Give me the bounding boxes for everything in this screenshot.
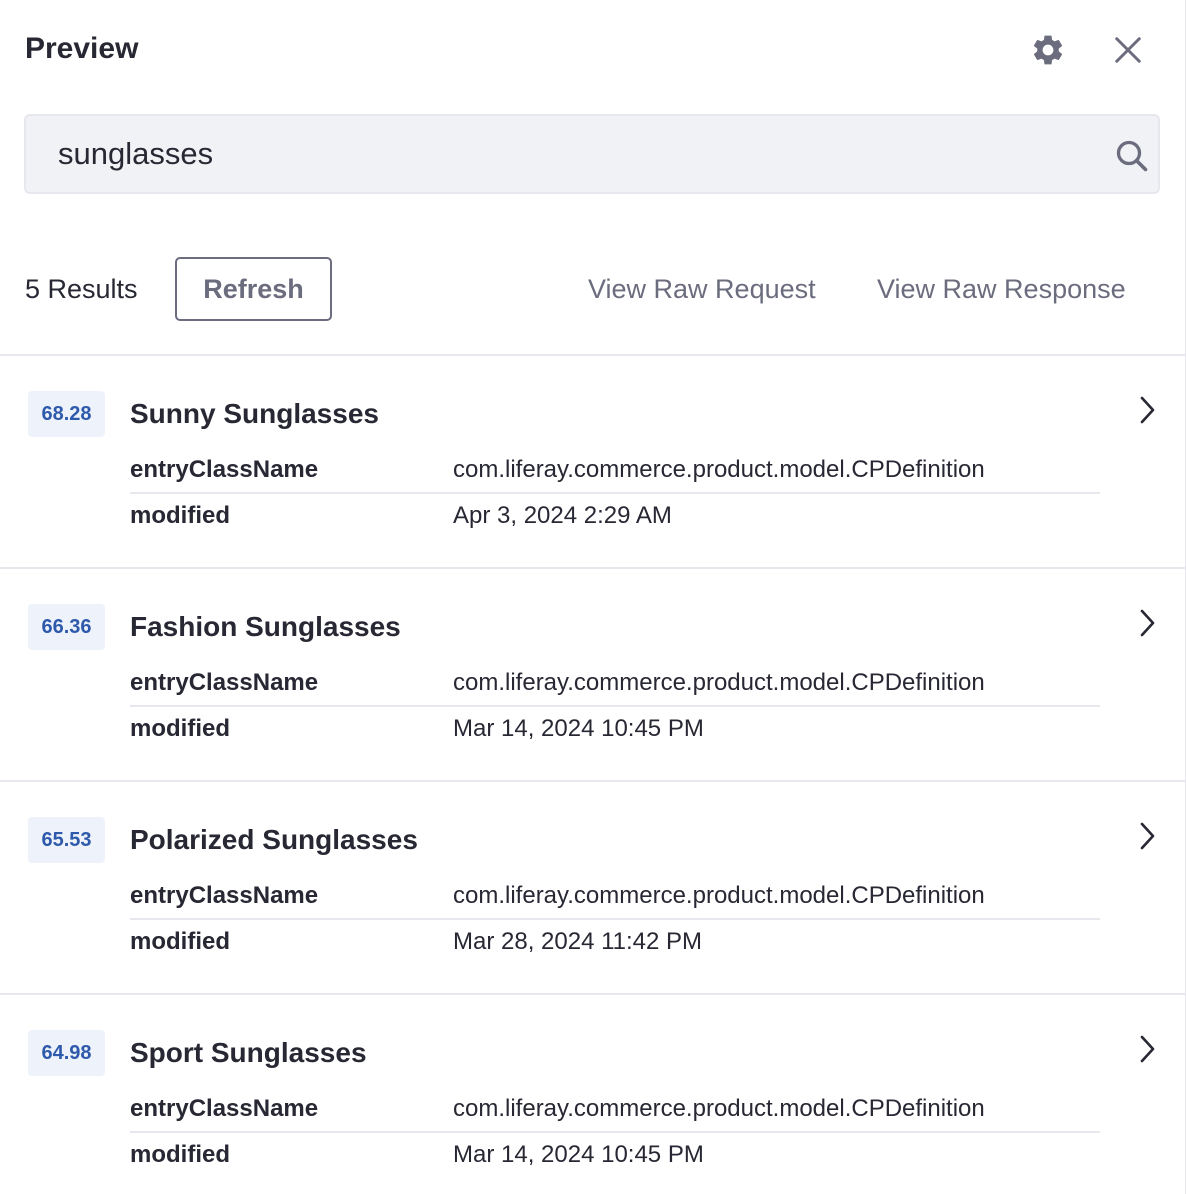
field-row: entryClassName com.liferay.commerce.prod… bbox=[130, 1087, 1100, 1133]
field-value: com.liferay.commerce.product.model.CPDef… bbox=[453, 669, 985, 696]
field-value: com.liferay.commerce.product.model.CPDef… bbox=[453, 456, 985, 483]
result-title: Fashion Sunglasses bbox=[130, 611, 401, 642]
result-title: Polarized Sunglasses bbox=[130, 824, 418, 855]
field-row: modified Mar 14, 2024 10:45 PM bbox=[130, 707, 1100, 753]
field-key: modified bbox=[130, 1141, 230, 1168]
field-key: modified bbox=[130, 715, 230, 742]
chevron-right-icon bbox=[1140, 1035, 1155, 1063]
expand-result-button[interactable] bbox=[1130, 394, 1162, 426]
field-row: modified Mar 28, 2024 11:42 PM bbox=[130, 920, 1100, 966]
settings-button[interactable] bbox=[1026, 28, 1070, 72]
expand-result-button[interactable] bbox=[1130, 1033, 1162, 1065]
search-button[interactable] bbox=[1112, 136, 1152, 176]
field-value: com.liferay.commerce.product.model.CPDef… bbox=[453, 882, 985, 909]
refresh-button[interactable]: Refresh bbox=[175, 257, 332, 321]
field-key: entryClassName bbox=[130, 882, 319, 909]
panel-header: Preview bbox=[0, 0, 1186, 100]
score-badge: 66.36 bbox=[28, 604, 105, 650]
result-item[interactable]: 65.53 Polarized Sunglasses entryClassNam… bbox=[0, 780, 1186, 993]
view-raw-request-link[interactable]: View Raw Request bbox=[588, 274, 816, 305]
field-row: entryClassName com.liferay.commerce.prod… bbox=[130, 448, 1100, 494]
field-value: Mar 14, 2024 10:45 PM bbox=[453, 715, 704, 742]
field-value: Mar 14, 2024 10:45 PM bbox=[453, 1141, 704, 1168]
field-value: Mar 28, 2024 11:42 PM bbox=[453, 928, 703, 955]
score-badge: 64.98 bbox=[28, 1030, 105, 1076]
results-count: 5 Results bbox=[25, 274, 138, 304]
field-row: modified Mar 14, 2024 10:45 PM bbox=[130, 1133, 1100, 1179]
search-input[interactable] bbox=[58, 130, 1058, 178]
expand-result-button[interactable] bbox=[1130, 607, 1162, 639]
search-bar bbox=[24, 114, 1160, 194]
gear-icon bbox=[1033, 35, 1063, 65]
results-list: 68.28 Sunny Sunglasses entryClassName co… bbox=[0, 354, 1186, 1194]
field-key: modified bbox=[130, 928, 230, 955]
panel-title: Preview bbox=[25, 32, 139, 65]
field-row: modified Apr 3, 2024 2:29 AM bbox=[130, 494, 1100, 540]
result-title: Sunny Sunglasses bbox=[130, 398, 379, 429]
field-key: modified bbox=[130, 502, 230, 529]
close-icon bbox=[1115, 37, 1141, 63]
close-button[interactable] bbox=[1106, 28, 1150, 72]
field-row: entryClassName com.liferay.commerce.prod… bbox=[130, 874, 1100, 920]
field-value: Apr 3, 2024 2:29 AM bbox=[453, 502, 672, 529]
chevron-right-icon bbox=[1140, 822, 1155, 850]
chevron-right-icon bbox=[1140, 396, 1155, 424]
chevron-right-icon bbox=[1140, 609, 1155, 637]
field-value: com.liferay.commerce.product.model.CPDef… bbox=[453, 1095, 985, 1122]
result-item[interactable]: 64.98 Sport Sunglasses entryClassName co… bbox=[0, 993, 1186, 1194]
score-badge: 68.28 bbox=[28, 391, 105, 437]
expand-result-button[interactable] bbox=[1130, 820, 1162, 852]
preview-panel: Preview 5 Results Refresh View Raw Reque… bbox=[0, 0, 1186, 1194]
result-item[interactable]: 66.36 Fashion Sunglasses entryClassName … bbox=[0, 567, 1186, 780]
result-title: Sport Sunglasses bbox=[130, 1037, 367, 1068]
field-row: entryClassName com.liferay.commerce.prod… bbox=[130, 661, 1100, 707]
search-icon bbox=[1116, 140, 1148, 172]
result-item[interactable]: 68.28 Sunny Sunglasses entryClassName co… bbox=[0, 354, 1186, 567]
field-key: entryClassName bbox=[130, 456, 319, 483]
view-raw-response-link[interactable]: View Raw Response bbox=[877, 274, 1126, 305]
field-key: entryClassName bbox=[130, 669, 319, 696]
field-key: entryClassName bbox=[130, 1095, 319, 1122]
score-badge: 65.53 bbox=[28, 817, 105, 863]
results-toolbar: 5 Results Refresh View Raw Request View … bbox=[0, 256, 1186, 322]
